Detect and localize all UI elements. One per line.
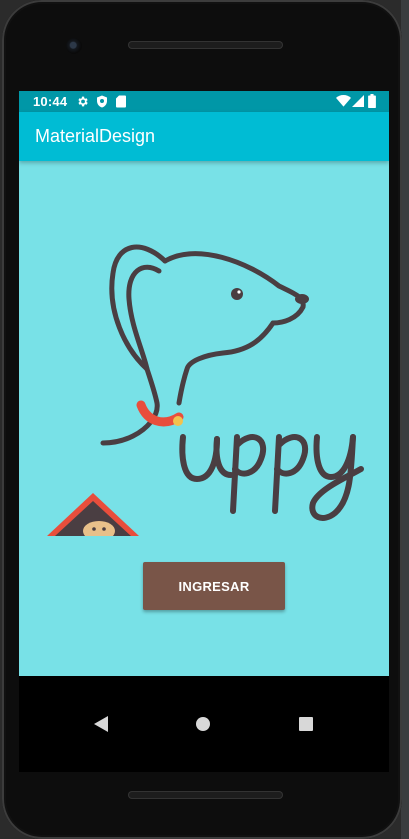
bottom-speaker [128, 791, 283, 799]
front-camera [66, 38, 82, 54]
navigation-bar [19, 676, 389, 772]
phone-frame: 10:44 MaterialDesign INGRESAR [2, 0, 402, 839]
signal-icon [352, 95, 364, 110]
shield-icon [96, 95, 108, 111]
app-title: MaterialDesign [35, 126, 156, 146]
dog-logo-graphic [47, 244, 364, 541]
status-time: 10:44 [33, 94, 68, 109]
status-bar: 10:44 [19, 91, 389, 112]
app-bar: MaterialDesign [19, 112, 389, 161]
recents-icon[interactable] [299, 717, 313, 736]
back-icon[interactable] [94, 716, 108, 737]
device-screen: 10:44 MaterialDesign INGRESAR [19, 91, 389, 676]
ide-side-strip [401, 0, 409, 839]
battery-icon [368, 94, 376, 111]
sd-card-icon [116, 95, 126, 111]
earpiece-speaker [128, 41, 283, 49]
ingresar-button[interactable]: INGRESAR [143, 562, 285, 610]
settings-icon [76, 95, 89, 111]
puppy-logo [47, 231, 377, 541]
wifi-icon [336, 95, 351, 110]
home-icon[interactable] [196, 717, 210, 736]
